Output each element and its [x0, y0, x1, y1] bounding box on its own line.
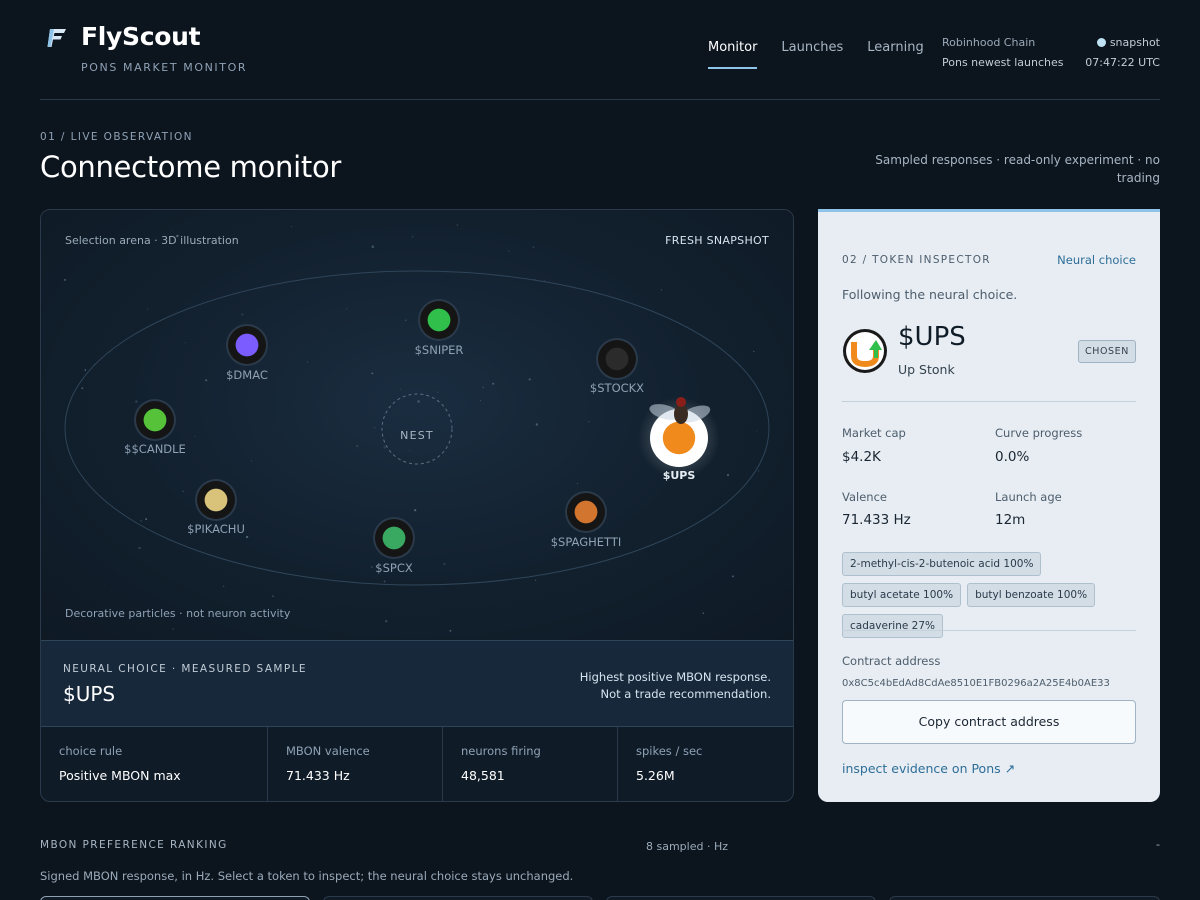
- chosen-badge: CHOSEN: [1078, 340, 1136, 363]
- fresh-snapshot-badge: FRESH SNAPSHOT: [665, 234, 769, 247]
- valence-label: Valence: [842, 490, 887, 504]
- market-cap-value: $4.2K: [842, 449, 881, 465]
- neural-choice-note-line2: Not a trade recommendation.: [600, 687, 771, 701]
- token-label: $SNIPER: [414, 343, 464, 357]
- token-node-spcx[interactable]: [373, 517, 415, 559]
- token-node-candle[interactable]: [134, 399, 176, 441]
- divider: [842, 630, 1136, 631]
- odor-chip: 2-methyl-cis-2-butenoic acid 100%: [842, 552, 1042, 576]
- snapshot-status-dot-icon: [1096, 38, 1106, 47]
- nav-monitor[interactable]: Monitor: [708, 40, 758, 69]
- snapshot-time: 07:47:22 UTC: [1085, 56, 1160, 69]
- token-label: $DMAC: [226, 368, 268, 382]
- stat-value: 48,581: [461, 768, 505, 783]
- stat-spikes-per-sec: spikes / sec 5.26M: [618, 727, 793, 801]
- curve-progress-value: 0.0%: [995, 449, 1030, 465]
- neural-choice-note: Highest positive MBON response. Not a tr…: [580, 669, 771, 703]
- arena-caption: Selection arena · 3D illustration: [65, 234, 239, 247]
- ranking-card[interactable]: [323, 896, 593, 900]
- ranking-card[interactable]: [40, 896, 310, 900]
- stats-row: choice rule Positive MBON max MBON valen…: [41, 727, 793, 801]
- ranking-card[interactable]: [889, 896, 1160, 900]
- contract-address: 0x8C5c4bEdAd8CdAe8510E1FB0296a2A25E4b0AE…: [842, 678, 1110, 689]
- inspector-token-name: Up Stonk: [898, 362, 955, 377]
- token-avatar-icon: [843, 329, 887, 373]
- token-label: $$CANDLE: [124, 442, 186, 456]
- stat-label: choice rule: [59, 744, 123, 758]
- odor-chip: cadaverine 27%: [842, 614, 944, 638]
- stat-value: Positive MBON max: [59, 768, 181, 783]
- flyscout-logo-icon: [47, 29, 66, 47]
- brand-tagline: PONS MARKET MONITOR: [81, 61, 248, 74]
- stat-label: spikes / sec: [636, 744, 703, 758]
- neural-choice-link[interactable]: Neural choice: [1057, 253, 1136, 267]
- market-cap-label: Market cap: [842, 426, 906, 440]
- ranking-dash: -: [1156, 838, 1160, 851]
- token-node-stockx[interactable]: [596, 338, 638, 380]
- neural-choice-value: $UPS: [63, 682, 116, 706]
- ranking-card[interactable]: [606, 896, 876, 900]
- ranking-cards: [40, 896, 1160, 900]
- valence-value: 71.433 Hz: [842, 512, 911, 528]
- stat-value: 71.433 Hz: [286, 768, 350, 783]
- odor-chip: butyl benzoate 100%: [967, 583, 1096, 607]
- odor-chip: butyl acetate 100%: [842, 583, 962, 607]
- token-label: $STOCKX: [589, 381, 645, 395]
- snapshot-info: snapshot 07:47:22 UTC: [1085, 33, 1160, 73]
- copy-contract-button[interactable]: Copy contract address: [842, 700, 1136, 744]
- contract-label: Contract address: [842, 654, 941, 668]
- token-label: $SPCX: [375, 561, 413, 575]
- chain-sub: Pons newest launches: [942, 56, 1064, 69]
- stat-choice-rule: choice rule Positive MBON max: [41, 727, 268, 801]
- snapshot-label: snapshot: [1109, 36, 1160, 49]
- ranking-count: 8 sampled · Hz: [646, 840, 729, 853]
- inspector-label: 02 / TOKEN INSPECTOR: [842, 254, 991, 266]
- chain-info: Robinhood Chain Pons newest launches: [942, 33, 1063, 73]
- brand-name: FlyScout: [81, 22, 201, 51]
- inspector-following: Following the neural choice.: [842, 287, 1018, 302]
- token-label: $SPAGHETTI: [550, 535, 622, 549]
- token-node-pikachu[interactable]: [195, 479, 237, 521]
- page-title: Connectome monitor: [40, 150, 342, 184]
- arena-footnote: Decorative particles · not neuron activi…: [65, 607, 291, 620]
- stat-neurons-firing: neurons firing 48,581: [443, 727, 618, 801]
- nav-learning[interactable]: Learning: [867, 40, 923, 69]
- chain-name: Robinhood Chain: [942, 36, 1036, 49]
- inspect-pons-link[interactable]: inspect evidence on Pons ↗: [842, 761, 1015, 776]
- neural-choice-band: NEURAL CHOICE · MEASURED SAMPLE $UPS Hig…: [41, 640, 793, 727]
- token-node-spaghetti[interactable]: [565, 491, 607, 533]
- divider: [842, 401, 1136, 402]
- token-label: $UPS: [662, 469, 696, 482]
- arena-graphic: [64, 224, 770, 632]
- section-label: 01 / LIVE OBSERVATION: [40, 131, 193, 143]
- stat-mbon-valence: MBON valence 71.433 Hz: [268, 727, 443, 801]
- ranking-label: MBON PREFERENCE RANKING: [40, 839, 228, 851]
- arena-card: Selection arena · 3D illustration FRESH …: [40, 209, 794, 802]
- stat-value: 5.26M: [636, 768, 675, 783]
- ranking-description: Signed MBON response, in Hz. Select a to…: [40, 869, 574, 883]
- odor-chips: 2-methyl-cis-2-butenoic acid 100% butyl …: [842, 552, 1142, 638]
- curve-progress-label: Curve progress: [995, 426, 1083, 440]
- token-node-sniper[interactable]: [418, 299, 460, 341]
- nest-label: NEST: [400, 429, 434, 442]
- neural-choice-note-line1: Highest positive MBON response.: [579, 670, 771, 684]
- nav-launches[interactable]: Launches: [781, 40, 843, 69]
- stat-label: neurons firing: [461, 744, 541, 758]
- stat-label: MBON valence: [286, 744, 370, 758]
- launch-age-value: 12m: [995, 512, 1026, 528]
- section-note: Sampled responses · read-only experiment…: [875, 153, 1160, 185]
- neural-choice-label: NEURAL CHOICE · MEASURED SAMPLE: [63, 663, 307, 675]
- app-header: FlyScout PONS MARKET MONITOR Monitor Lau…: [40, 0, 1160, 100]
- selection-arena: Selection arena · 3D illustration FRESH …: [41, 210, 793, 640]
- main-nav: Monitor Launches Learning: [708, 40, 924, 69]
- inspector-ticker: $UPS: [898, 322, 966, 352]
- launch-age-label: Launch age: [995, 490, 1062, 504]
- token-node-dmac[interactable]: [226, 324, 268, 366]
- token-label: $PIKACHU: [187, 522, 245, 536]
- token-inspector: 02 / TOKEN INSPECTOR Neural choice Follo…: [818, 209, 1160, 802]
